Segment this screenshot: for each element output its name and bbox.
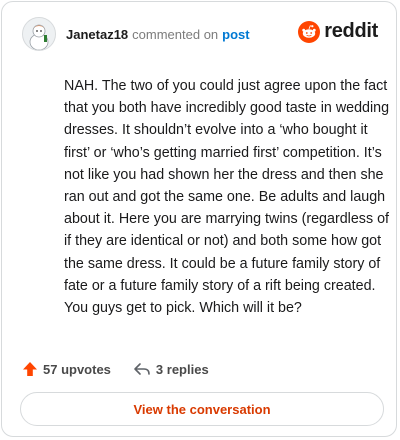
reddit-logo[interactable]: reddit: [298, 20, 378, 43]
upvote-arrow-icon: [23, 362, 37, 376]
comment-stats: 57 upvotes 3 replies: [22, 358, 209, 380]
commented-on-label: commented on: [132, 26, 219, 42]
upvotes-stat[interactable]: 57 upvotes: [22, 361, 111, 377]
comment-author[interactable]: Janetaz18: [66, 27, 128, 42]
comment-body: NAH. The two of you could just agree upo…: [64, 78, 390, 317]
comment-card: Janetaz18 commented on post reddit NAH. …: [1, 1, 397, 437]
post-link[interactable]: post: [222, 27, 249, 42]
user-avatar[interactable]: [22, 17, 56, 51]
upvotes-count: 57 upvotes: [43, 361, 111, 377]
avatar-icon: [23, 18, 55, 50]
reddit-wordmark: reddit: [324, 20, 378, 42]
replies-stat[interactable]: 3 replies: [133, 361, 209, 377]
replies-count: 3 replies: [155, 361, 209, 377]
view-conversation-button[interactable]: View the conversation: [20, 392, 384, 426]
reply-arrow-icon: [134, 363, 150, 375]
reddit-snoo-icon: [298, 20, 321, 43]
